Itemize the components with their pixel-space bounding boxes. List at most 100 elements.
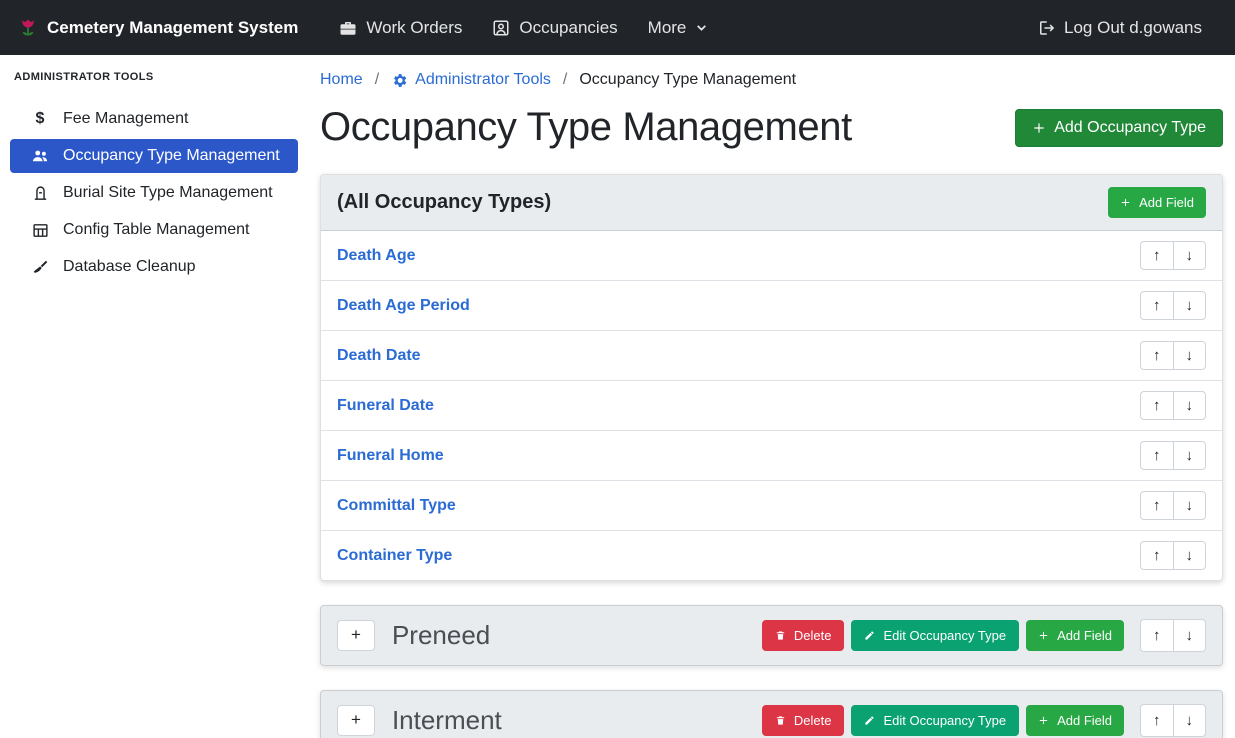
edit-label: Edit Occupancy Type bbox=[883, 713, 1006, 728]
add-field-label: Add Field bbox=[1139, 195, 1194, 210]
move-down-button[interactable]: ↓ bbox=[1173, 541, 1207, 570]
card-title: (All Occupancy Types) bbox=[337, 191, 551, 214]
add-occupancy-type-button[interactable]: Add Occupancy Type bbox=[1015, 109, 1223, 147]
sidebar-item-config-table-management[interactable]: Config Table Management bbox=[10, 213, 298, 247]
sidebar-item-fee-management[interactable]: $ Fee Management bbox=[10, 102, 298, 136]
nav-item-label: Work Orders bbox=[366, 18, 462, 38]
expand-section-button[interactable]: + bbox=[337, 620, 375, 651]
occupancy-type-section-preneed: + Preneed Delete Edit Occupancy Type bbox=[320, 605, 1223, 666]
move-up-button[interactable]: ↑ bbox=[1140, 391, 1174, 420]
sidebar-item-label: Database Cleanup bbox=[63, 258, 196, 276]
sidebar-item-burial-site-type-management[interactable]: Burial Site Type Management bbox=[10, 176, 298, 210]
sidebar: ADMINISTRATOR TOOLS $ Fee Management Occ… bbox=[0, 55, 308, 738]
flower-logo-icon bbox=[18, 18, 38, 38]
delete-label: Delete bbox=[794, 713, 832, 728]
edit-occupancy-type-button[interactable]: Edit Occupancy Type bbox=[851, 620, 1019, 651]
move-up-button[interactable]: ↑ bbox=[1140, 341, 1174, 370]
nav-item-more[interactable]: More bbox=[633, 0, 724, 55]
field-row: Death Age ↑ ↓ bbox=[321, 231, 1222, 281]
reorder-controls: ↑ ↓ bbox=[1140, 704, 1206, 737]
app-title: Cemetery Management System bbox=[47, 18, 298, 38]
breadcrumb-separator: / bbox=[563, 71, 567, 89]
users-icon bbox=[30, 147, 50, 165]
delete-button[interactable]: Delete bbox=[762, 620, 845, 651]
move-down-button[interactable]: ↓ bbox=[1173, 619, 1207, 652]
sidebar-item-occupancy-type-management[interactable]: Occupancy Type Management bbox=[10, 139, 298, 173]
sidebar-item-database-cleanup[interactable]: Database Cleanup bbox=[10, 250, 298, 284]
move-down-button[interactable]: ↓ bbox=[1173, 391, 1207, 420]
top-navbar: Cemetery Management System Work Orders O… bbox=[0, 0, 1235, 55]
chevron-down-icon bbox=[695, 21, 708, 34]
breadcrumb-separator: / bbox=[375, 71, 379, 89]
trash-icon bbox=[775, 630, 786, 641]
move-down-button[interactable]: ↓ bbox=[1173, 704, 1207, 737]
pencil-icon bbox=[864, 715, 875, 726]
field-link[interactable]: Committal Type bbox=[337, 497, 456, 515]
move-up-button[interactable]: ↑ bbox=[1140, 441, 1174, 470]
section-title: Preneed bbox=[392, 620, 490, 651]
app-brand[interactable]: Cemetery Management System bbox=[18, 18, 298, 38]
add-field-label: Add Field bbox=[1057, 628, 1112, 643]
move-down-button[interactable]: ↓ bbox=[1173, 441, 1207, 470]
move-up-button[interactable]: ↑ bbox=[1140, 241, 1174, 270]
breadcrumb-label: Administrator Tools bbox=[415, 71, 551, 89]
reorder-controls: ↑ ↓ bbox=[1140, 619, 1206, 652]
add-occupancy-type-label: Add Occupancy Type bbox=[1054, 119, 1206, 137]
plus-icon bbox=[1038, 630, 1049, 641]
main-content: Home / Administrator Tools / Occupancy T… bbox=[308, 55, 1235, 738]
move-up-button[interactable]: ↑ bbox=[1140, 541, 1174, 570]
move-down-button[interactable]: ↓ bbox=[1173, 241, 1207, 270]
occupancy-type-section-interment: + Interment Delete Edit Occupancy Type bbox=[320, 690, 1223, 738]
trash-icon bbox=[775, 715, 786, 726]
nav-item-occupancies[interactable]: Occupancies bbox=[477, 0, 632, 55]
sidebar-item-label: Fee Management bbox=[63, 110, 188, 128]
move-up-button[interactable]: ↑ bbox=[1140, 491, 1174, 520]
field-link[interactable]: Death Date bbox=[337, 347, 421, 365]
plus-icon bbox=[1038, 715, 1049, 726]
field-row: Death Age Period ↑ ↓ bbox=[321, 281, 1222, 331]
breadcrumb-current: Occupancy Type Management bbox=[579, 71, 796, 89]
sidebar-item-label: Config Table Management bbox=[63, 221, 250, 239]
move-up-button[interactable]: ↑ bbox=[1140, 291, 1174, 320]
field-link[interactable]: Death Age Period bbox=[337, 297, 470, 315]
field-row: Committal Type ↑ ↓ bbox=[321, 481, 1222, 531]
edit-label: Edit Occupancy Type bbox=[883, 628, 1006, 643]
gear-icon bbox=[391, 72, 408, 89]
field-link[interactable]: Death Age bbox=[337, 247, 416, 265]
logout-icon bbox=[1037, 19, 1055, 37]
broom-icon bbox=[30, 259, 50, 276]
delete-button[interactable]: Delete bbox=[762, 705, 845, 736]
reorder-controls: ↑ ↓ bbox=[1140, 291, 1206, 320]
reorder-controls: ↑ ↓ bbox=[1140, 441, 1206, 470]
reorder-controls: ↑ ↓ bbox=[1140, 341, 1206, 370]
field-link[interactable]: Funeral Home bbox=[337, 447, 444, 465]
add-field-button[interactable]: Add Field bbox=[1026, 705, 1124, 736]
delete-label: Delete bbox=[794, 628, 832, 643]
move-down-button[interactable]: ↓ bbox=[1173, 491, 1207, 520]
breadcrumb-admin-tools-link[interactable]: Administrator Tools bbox=[391, 71, 551, 89]
dollar-icon: $ bbox=[30, 110, 50, 128]
breadcrumb-home-link[interactable]: Home bbox=[320, 71, 363, 89]
field-row: Death Date ↑ ↓ bbox=[321, 331, 1222, 381]
field-link[interactable]: Container Type bbox=[337, 547, 452, 565]
table-icon bbox=[30, 222, 50, 239]
expand-section-button[interactable]: + bbox=[337, 705, 375, 736]
edit-occupancy-type-button[interactable]: Edit Occupancy Type bbox=[851, 705, 1019, 736]
reorder-controls: ↑ ↓ bbox=[1140, 491, 1206, 520]
section-title: Interment bbox=[392, 705, 502, 736]
logout-button[interactable]: Log Out d.gowans bbox=[1022, 0, 1217, 55]
breadcrumb-label: Home bbox=[320, 71, 363, 89]
nav-item-work-orders[interactable]: Work Orders bbox=[324, 0, 477, 55]
field-row: Funeral Date ↑ ↓ bbox=[321, 381, 1222, 431]
sidebar-item-label: Occupancy Type Management bbox=[63, 147, 280, 165]
move-up-button[interactable]: ↑ bbox=[1140, 619, 1174, 652]
all-occupancy-types-card: (All Occupancy Types) Add Field Death Ag… bbox=[320, 174, 1223, 581]
field-link[interactable]: Funeral Date bbox=[337, 397, 434, 415]
sidebar-item-label: Burial Site Type Management bbox=[63, 184, 273, 202]
add-field-button[interactable]: Add Field bbox=[1026, 620, 1124, 651]
add-field-button[interactable]: Add Field bbox=[1108, 187, 1206, 218]
move-down-button[interactable]: ↓ bbox=[1173, 341, 1207, 370]
breadcrumb: Home / Administrator Tools / Occupancy T… bbox=[320, 71, 1223, 89]
move-down-button[interactable]: ↓ bbox=[1173, 291, 1207, 320]
move-up-button[interactable]: ↑ bbox=[1140, 704, 1174, 737]
